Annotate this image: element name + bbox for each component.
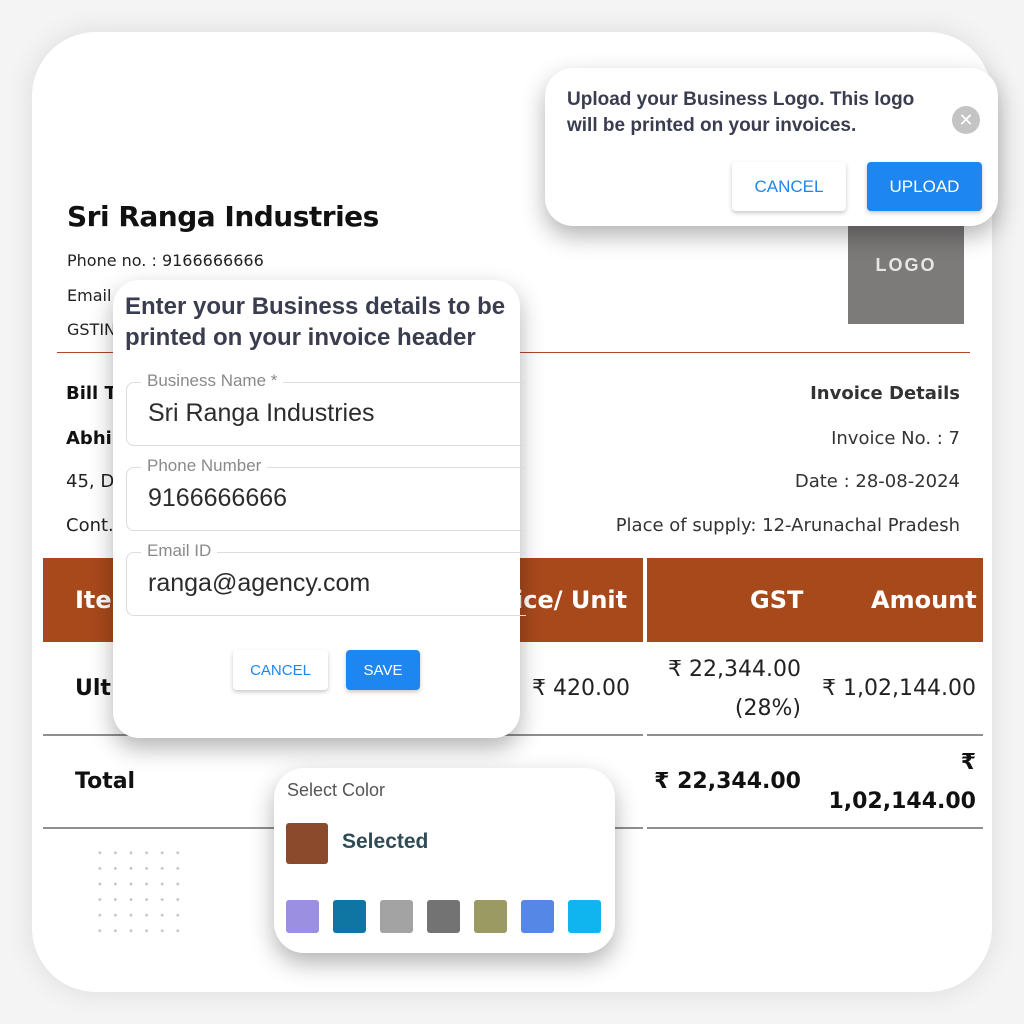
business-name-label: Business Name * xyxy=(141,371,284,391)
business-name: Sri Ranga Industries xyxy=(67,200,379,233)
upload-logo-popup: Upload your Business Logo. This logo wil… xyxy=(545,68,998,226)
total-gst: ₹ 22,344.00 xyxy=(654,769,801,794)
color-option[interactable] xyxy=(286,900,319,933)
invoice-details-heading: Invoice Details xyxy=(810,383,960,404)
th-item: Ite xyxy=(75,586,112,614)
invoice-number: Invoice No. : 7 xyxy=(831,428,960,449)
color-option[interactable] xyxy=(474,900,507,933)
business-gstin: GSTIN xyxy=(67,320,117,339)
decorative-dot-grid xyxy=(92,845,182,945)
color-option[interactable] xyxy=(333,900,366,933)
total-divider xyxy=(647,827,983,829)
bill-to-heading: Bill T xyxy=(66,383,117,404)
bill-to-name: Abhi xyxy=(66,428,112,449)
logo-placeholder-text: LOGO xyxy=(875,254,937,275)
select-color-title: Select Color xyxy=(287,780,386,800)
business-details-title: Enter your Business details to be printe… xyxy=(125,293,506,351)
upload-logo-message: Upload your Business Logo. This logo wil… xyxy=(567,89,915,136)
total-label: Total xyxy=(75,769,136,794)
th-gst: GST xyxy=(750,586,804,614)
row-gst-amount: ₹ 22,344.00 xyxy=(668,657,801,682)
row-divider xyxy=(647,734,983,736)
phone-number-field[interactable]: Phone Number xyxy=(126,456,526,531)
upload-button[interactable]: UPLOAD xyxy=(867,162,982,211)
color-option[interactable] xyxy=(568,900,601,933)
business-name-input[interactable] xyxy=(148,399,508,428)
business-details-popup: Enter your Business details to be printe… xyxy=(113,280,526,738)
email-id-field[interactable]: Email ID xyxy=(126,541,526,616)
phone-number-label: Phone Number xyxy=(141,456,268,476)
th-price-per-unit: ice/ Unit xyxy=(515,586,628,614)
color-picker-popup: Select Color Selected xyxy=(274,768,615,953)
save-button[interactable]: SAVE xyxy=(346,650,420,690)
logo-placeholder[interactable]: LOGO xyxy=(848,224,964,324)
business-phone: Phone no. : 9166666666 xyxy=(67,251,264,270)
row-price-per-unit: ₹ 420.00 xyxy=(532,676,630,701)
close-icon[interactable]: ✕ xyxy=(952,106,980,134)
color-options xyxy=(286,900,601,933)
selected-color-swatch xyxy=(286,823,328,864)
color-option[interactable] xyxy=(427,900,460,933)
row-item: Ult xyxy=(75,676,111,701)
place-of-supply: Place of supply: 12-Arunachal Pradesh xyxy=(615,515,960,536)
business-name-field[interactable]: Business Name * xyxy=(126,371,526,446)
color-option[interactable] xyxy=(380,900,413,933)
total-amount-symbol: ₹ xyxy=(960,750,976,775)
phone-number-input[interactable] xyxy=(148,484,508,513)
upload-cancel-button[interactable]: CANCEL xyxy=(732,162,846,211)
email-id-label: Email ID xyxy=(141,541,218,561)
row-gst-rate: (28%) xyxy=(734,696,801,721)
th-amount: Amount xyxy=(871,586,977,614)
details-cancel-button[interactable]: CANCEL xyxy=(233,650,328,690)
row-amount: ₹ 1,02,144.00 xyxy=(822,676,976,701)
bill-to-contact: Cont. xyxy=(66,515,114,536)
total-amount: 1,02,144.00 xyxy=(828,789,976,814)
email-id-input[interactable] xyxy=(148,569,508,598)
color-option[interactable] xyxy=(521,900,554,933)
bill-to-address: 45, D xyxy=(66,471,115,492)
invoice-date: Date : 28-08-2024 xyxy=(794,471,960,492)
selected-color-label: Selected xyxy=(342,830,429,853)
business-email: Email xyxy=(67,286,112,305)
